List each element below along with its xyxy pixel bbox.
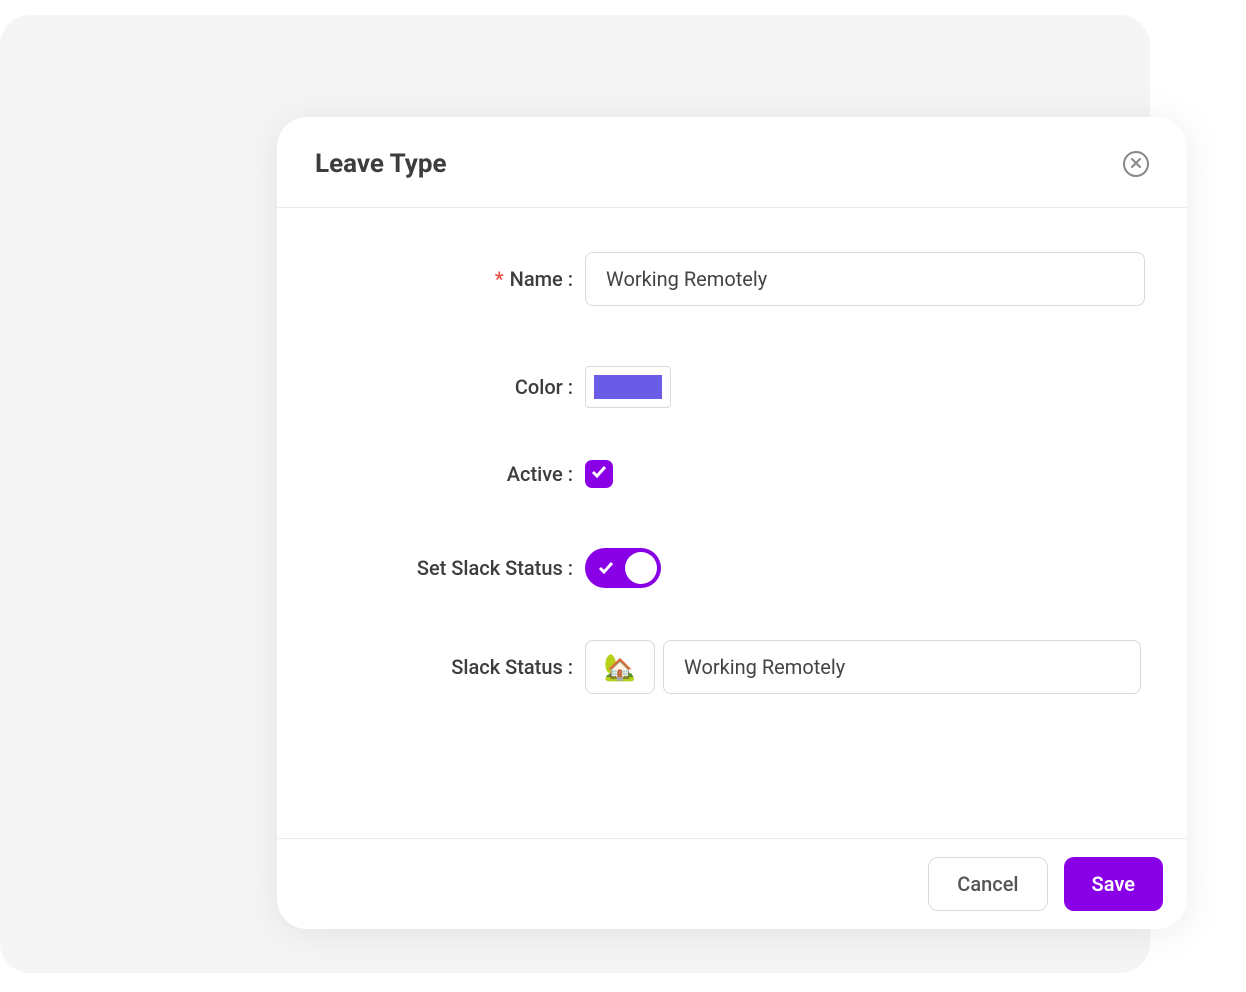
check-icon	[597, 559, 615, 577]
modal-footer: Cancel Save	[277, 838, 1187, 929]
field-row-name: *Name :	[315, 252, 1149, 306]
toggle-knob	[625, 552, 657, 584]
field-row-set-slack-status: Set Slack Status :	[315, 548, 1149, 588]
slack-status-label: Slack Status :	[315, 655, 585, 679]
field-row-color: Color :	[315, 366, 1149, 408]
modal-body: *Name : Color : Active :	[277, 208, 1187, 838]
set-slack-status-label: Set Slack Status :	[315, 556, 585, 580]
close-button[interactable]	[1123, 151, 1149, 177]
slack-status-input[interactable]	[663, 640, 1141, 694]
color-picker[interactable]	[585, 366, 671, 408]
field-row-active: Active :	[315, 460, 1149, 488]
leave-type-modal: Leave Type *Name : Color :	[277, 117, 1187, 929]
name-input[interactable]	[585, 252, 1145, 306]
required-asterisk: *	[495, 267, 504, 291]
check-icon	[590, 463, 608, 485]
slack-emoji-picker[interactable]: 🏡	[585, 640, 655, 694]
close-icon	[1130, 157, 1142, 172]
save-button[interactable]: Save	[1064, 857, 1163, 911]
name-label: *Name :	[315, 267, 585, 291]
modal-header: Leave Type	[277, 117, 1187, 208]
modal-title: Leave Type	[315, 149, 447, 179]
cancel-button[interactable]: Cancel	[928, 857, 1047, 911]
field-row-slack-status: Slack Status : 🏡	[315, 640, 1149, 694]
color-swatch	[594, 375, 662, 399]
color-label: Color :	[315, 375, 585, 399]
set-slack-status-toggle[interactable]	[585, 548, 661, 588]
house-garden-icon: 🏡	[604, 652, 636, 683]
active-checkbox[interactable]	[585, 460, 613, 488]
active-label: Active :	[315, 462, 585, 486]
